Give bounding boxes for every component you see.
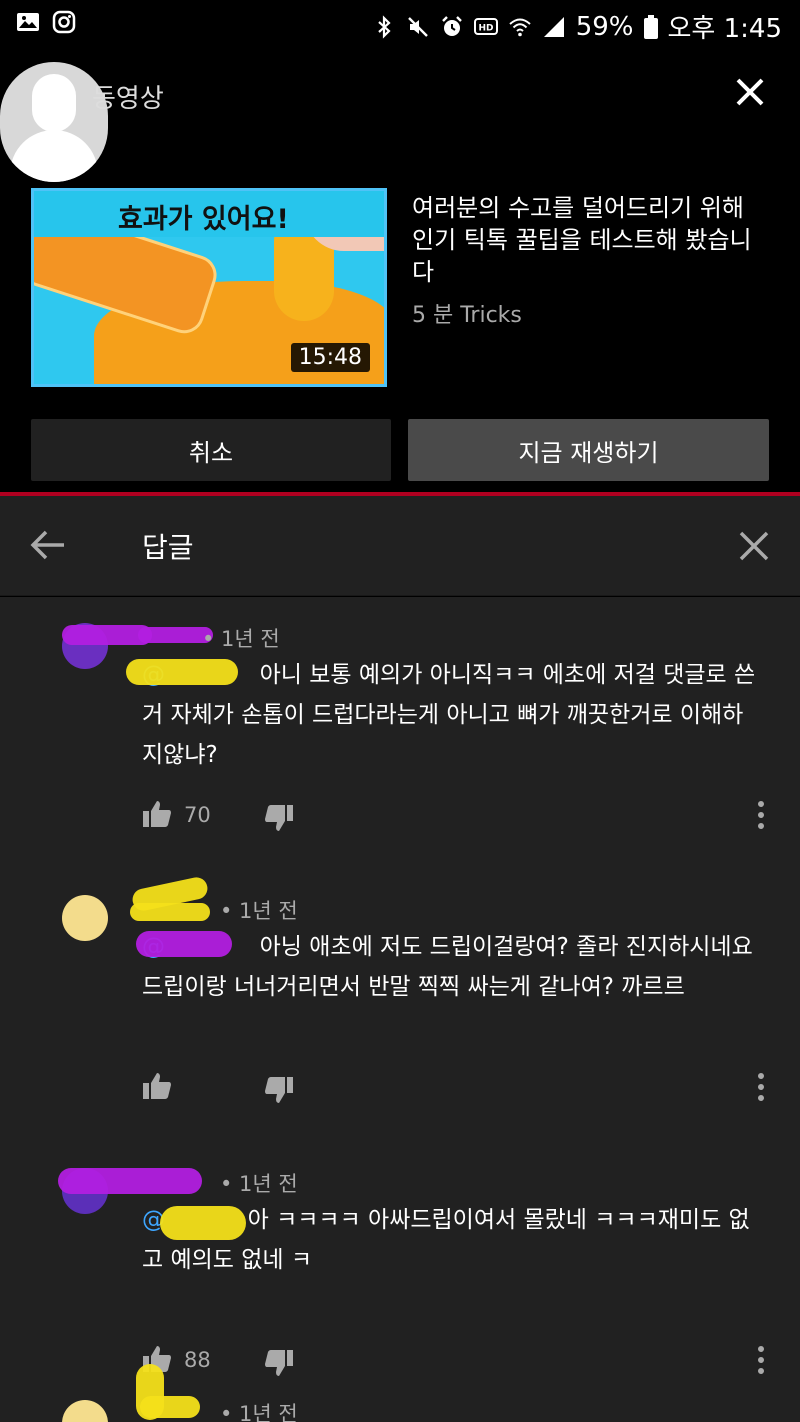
- video-meta: 5 분 Tricks: [412, 303, 522, 328]
- bluetooth-icon: [377, 14, 391, 39]
- video-title[interactable]: 여러분의 수고를 덜어드리기 위해 인기 틱톡 꿀팁을 테스트해 봤습니다: [412, 192, 772, 288]
- like-count: 70: [184, 803, 211, 827]
- close-icon[interactable]: [730, 72, 770, 112]
- more-options-icon[interactable]: [756, 1344, 766, 1376]
- thumbs-down-icon[interactable]: [264, 1348, 294, 1378]
- comment-time: • 1년 전: [220, 1172, 298, 1196]
- more-options-icon[interactable]: [756, 1071, 766, 1103]
- up-next-label: 동영상: [92, 84, 164, 114]
- battery-icon: [643, 14, 658, 39]
- video-thumbnail[interactable]: 효과가 있어요! 15:48: [31, 188, 387, 387]
- replies-header: 답글: [0, 496, 800, 596]
- play-now-button[interactable]: 지금 재생하기: [408, 419, 769, 481]
- up-next-panel: 동영상 효과가 있어요! 15:48 여러분의 수고를 덜어드리기 위해 인기 …: [0, 50, 800, 492]
- video-duration: 15:48: [290, 343, 370, 372]
- thumbs-up-icon[interactable]: [142, 799, 172, 829]
- thumbs-down-icon[interactable]: [264, 1075, 294, 1105]
- comment-text: @ 아닝 애초에 저도 드립이걸랑여? 졸라 진지하시네요 드립이랑 너너거리면…: [142, 934, 753, 1000]
- signal-icon: [543, 16, 564, 37]
- hd-icon: HD: [473, 17, 498, 35]
- comment-time: • 1년 전: [220, 899, 298, 923]
- clock: 오후 1:45: [667, 14, 783, 44]
- redaction-scribble: [160, 1206, 246, 1240]
- gallery-icon: [17, 13, 39, 31]
- cancel-button[interactable]: 취소: [31, 419, 391, 481]
- instagram-icon: [52, 10, 76, 34]
- thumbs-up-icon[interactable]: [142, 1071, 172, 1101]
- avatar[interactable]: [62, 895, 108, 941]
- wifi-icon: [509, 18, 531, 36]
- thumbnail-text: 효과가 있어요!: [34, 191, 384, 237]
- back-arrow-icon[interactable]: [28, 528, 68, 562]
- alarm-icon: [441, 15, 462, 36]
- mute-icon: [407, 16, 428, 37]
- like-count: 88: [184, 1348, 211, 1372]
- comment-actions: 70: [142, 799, 782, 839]
- comment-actions: [142, 1071, 782, 1111]
- svg-text:HD: HD: [478, 23, 493, 33]
- redaction-scribble: [126, 659, 238, 685]
- more-options-icon[interactable]: [756, 799, 766, 831]
- battery-percent: 59%: [575, 11, 634, 42]
- avatar[interactable]: [62, 1400, 108, 1422]
- comment-time: • 1년 전: [202, 627, 280, 651]
- thumbs-down-icon[interactable]: [264, 803, 294, 833]
- redaction-scribble: [136, 931, 232, 957]
- comment-actions: 88: [142, 1344, 782, 1384]
- comment-time: • 1년 전: [220, 1402, 298, 1422]
- replies-title: 답글: [142, 531, 194, 564]
- replies-list: • 1년 전 @ 아니 보통 예의가 아니직ㅋㅋ 에초에 저걸 댓글로 쓴거 자…: [0, 597, 800, 1422]
- close-icon[interactable]: [738, 530, 770, 562]
- status-bar: HD 59% 오후 1:45: [0, 0, 800, 50]
